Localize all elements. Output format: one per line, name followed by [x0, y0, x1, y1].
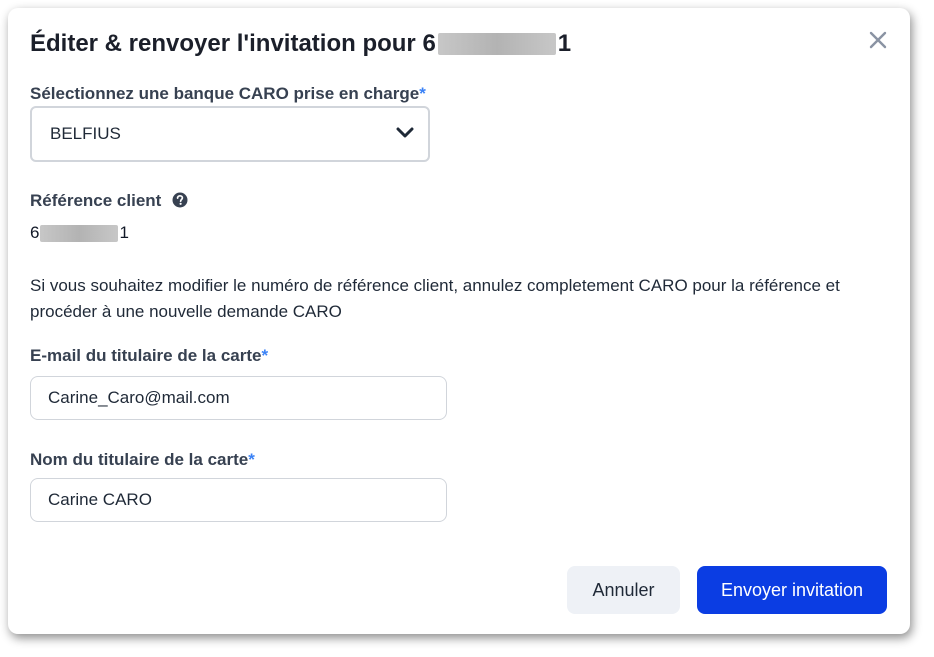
- reference-label: Référence client: [30, 191, 188, 213]
- bank-select[interactable]: BELFIUS: [30, 106, 430, 162]
- required-mark: *: [248, 450, 255, 469]
- redacted-block: [437, 33, 556, 55]
- edit-invitation-dialog: Éditer & renvoyer l'invitation pour 6 1 …: [8, 8, 910, 634]
- email-field[interactable]: [30, 376, 447, 420]
- close-button[interactable]: [868, 30, 888, 50]
- reference-value-suffix: 1: [119, 223, 129, 242]
- bank-select-label: Sélectionnez une banque CARO prise en ch…: [30, 84, 426, 104]
- name-label: Nom du titulaire de la carte*: [30, 450, 255, 470]
- name-label-text: Nom du titulaire de la carte: [30, 450, 249, 469]
- dialog-title-suffix: 1: [557, 30, 572, 57]
- email-label: E-mail du titulaire de la carte*: [30, 346, 268, 366]
- reference-value-prefix: 6: [30, 223, 40, 242]
- bank-select-label-text: Sélectionnez une banque CARO prise en ch…: [30, 84, 420, 103]
- question-circle-icon: [172, 192, 188, 208]
- send-invitation-button[interactable]: Envoyer invitation: [697, 566, 887, 614]
- bank-select-value: BELFIUS: [50, 124, 121, 143]
- reference-label-text: Référence client: [30, 191, 162, 210]
- email-label-text: E-mail du titulaire de la carte: [30, 346, 262, 365]
- redacted-block: [40, 224, 119, 242]
- required-mark: *: [419, 84, 426, 103]
- close-icon: [869, 31, 887, 49]
- help-button[interactable]: [172, 192, 188, 213]
- dialog-title-prefix: Éditer & renvoyer l'invitation pour 6: [30, 30, 436, 57]
- reference-value: 6 1: [30, 223, 129, 243]
- required-mark: *: [261, 346, 269, 365]
- name-field[interactable]: [30, 478, 447, 522]
- cancel-button[interactable]: Annuler: [567, 566, 680, 614]
- info-text: Si vous souhaitez modifier le numéro de …: [30, 276, 840, 321]
- dialog-title: Éditer & renvoyer l'invitation pour 6 1: [30, 30, 571, 58]
- chevron-down-icon: [396, 127, 414, 138]
